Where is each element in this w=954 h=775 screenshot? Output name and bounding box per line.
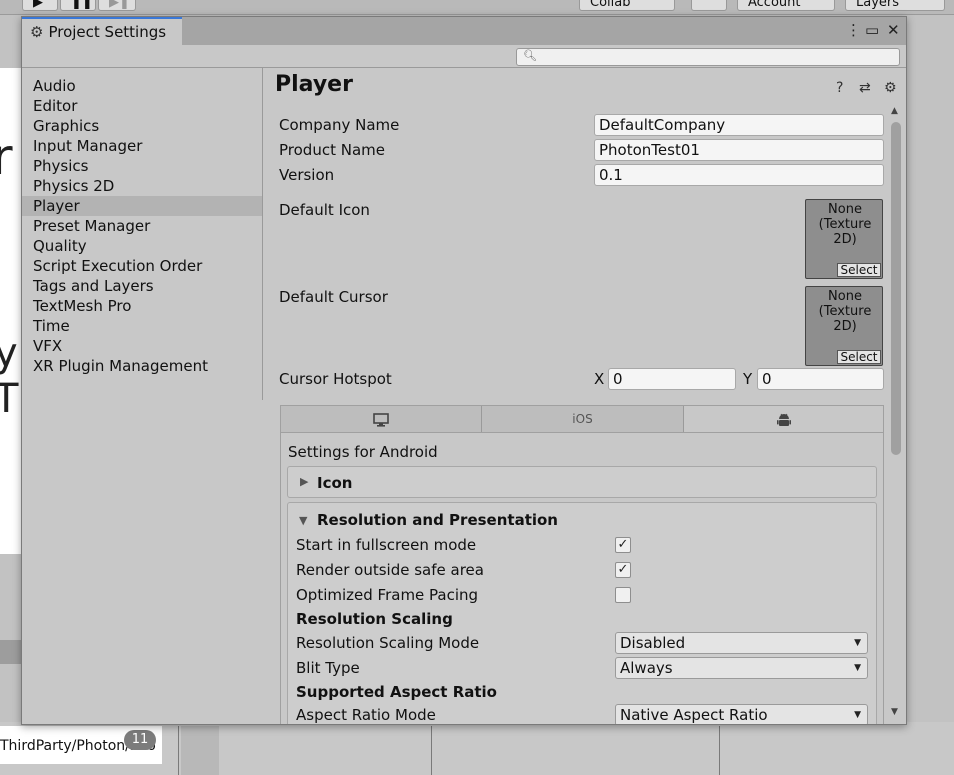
panel-divider [431,726,432,775]
sidebar-item-physics-2d[interactable]: Physics 2D [22,176,262,196]
resolution-scaling-mode-label: Resolution Scaling Mode [296,634,480,652]
hotspot-y-label: Y [743,370,753,388]
caret-down-icon: ▼ [854,638,861,648]
aspect-ratio-mode-label: Aspect Ratio Mode [296,706,436,724]
sidebar-item-time[interactable]: Time [22,316,262,336]
aspect-ratio-mode-dropdown[interactable]: Native Aspect Ratio ▼ [615,704,868,724]
dropdown-value: Always [620,659,673,677]
cloud-button[interactable] [691,0,727,11]
version-field[interactable]: 0.1 [594,164,884,186]
sidebar-item-audio[interactable]: Audio [22,76,262,96]
scrollbar-thumb[interactable] [891,122,901,455]
caret-down-icon: ▼ [854,710,861,720]
cursor-hotspot-label: Cursor Hotspot [279,370,392,388]
settings-for-label: Settings for Android [288,443,438,461]
blit-type-label: Blit Type [296,659,360,677]
product-name-label: Product Name [279,141,385,159]
scroll-down-icon[interactable]: ▼ [891,707,898,717]
collapsed-arrow-icon: ▶ [300,475,309,488]
default-cursor-label: Default Cursor [279,288,388,306]
default-cursor-texture-slot[interactable]: None (Texture 2D) Select [805,286,883,366]
optimized-frame-pacing-checkbox[interactable] [615,587,631,603]
default-icon-label: Default Icon [279,201,370,219]
company-name-field[interactable]: DefaultCompany [594,114,884,136]
panel-divider [719,726,720,775]
caret-down-icon: ▼ [854,663,861,673]
preset-icon[interactable]: ⇄ [859,80,871,96]
layers-dropdown[interactable]: Layers [845,0,945,11]
sidebar-item-physics[interactable]: Physics [22,156,262,176]
help-icon[interactable]: ? [836,80,843,96]
company-name-label: Company Name [279,116,400,134]
sidebar-item-textmesh-pro[interactable]: TextMesh Pro [22,296,262,316]
hotspot-x-field[interactable]: 0 [608,368,736,390]
icon-foldout[interactable]: ▶ Icon [287,466,877,498]
product-name-field[interactable]: PhotonTest01 [594,139,884,161]
settings-gear-icon[interactable]: ⚙ [884,80,897,96]
default-icon-texture-slot[interactable]: None (Texture 2D) Select [805,199,883,279]
texture-none-text: None (Texture 2D) [818,289,872,334]
collab-button[interactable]: Collab [579,0,675,11]
texture-none-text: None (Texture 2D) [818,202,872,247]
step-button[interactable]: ▶❚ [98,0,136,11]
sidebar-item-vfx[interactable]: VFX [22,336,262,356]
sidebar-item-preset-manager[interactable]: Preset Manager [22,216,262,236]
icon-section-title: Icon [317,474,353,492]
start-fullscreen-label: Start in fullscreen mode [296,536,477,554]
scene-text-fragment-2: y T [0,330,19,422]
message-count-badge: 11 [124,730,156,750]
settings-sidebar: Audio Editor Graphics Input Manager Phys… [22,68,262,724]
hotspot-x-label: X [594,370,605,388]
scene-text-fragment: r [0,128,13,186]
resolution-scaling-mode-dropdown[interactable]: Disabled ▼ [615,632,868,654]
resolution-scaling-header: Resolution Scaling [296,610,453,628]
hotspot-y-field[interactable]: 0 [757,368,884,390]
account-dropdown[interactable]: Account [737,0,835,11]
resolution-section-title[interactable]: Resolution and Presentation [317,511,558,529]
sidebar-item-graphics[interactable]: Graphics [22,116,262,136]
sidebar-item-player[interactable]: Player [22,196,262,216]
version-label: Version [279,166,335,184]
pause-button[interactable]: ❚❚ [60,0,96,11]
tab-android[interactable] [684,406,883,432]
panel-column-fill [181,726,219,775]
expanded-arrow-icon[interactable]: ▼ [299,514,307,527]
sidebar-item-editor[interactable]: Editor [22,96,262,116]
panel-divider [178,726,179,775]
select-icon-button[interactable]: Select [837,263,881,277]
optimized-frame-pacing-label: Optimized Frame Pacing [296,586,479,604]
play-button[interactable]: ▶ [22,0,58,11]
monitor-icon [373,412,389,427]
tab-ios[interactable]: iOS [482,406,683,432]
project-settings-tab[interactable]: ⚙ Project Settings [22,17,182,45]
scroll-up-icon[interactable]: ▲ [891,106,898,116]
project-settings-window: ⚙ Project Settings ⋮ ▭ ✕ 🔍︎ Audio Editor… [21,16,907,725]
dropdown-value: Disabled [620,634,686,652]
scene-strip [0,640,22,664]
maximize-icon[interactable]: ▭ [865,21,879,39]
sidebar-item-tags-and-layers[interactable]: Tags and Layers [22,276,262,296]
select-cursor-button[interactable]: Select [837,350,881,364]
sidebar-item-xr-plugin-management[interactable]: XR Plugin Management [22,356,262,376]
render-safe-area-label: Render outside safe area [296,561,484,579]
more-options-icon[interactable]: ⋮ [846,21,861,39]
aspect-ratio-header: Supported Aspect Ratio [296,683,497,701]
window-title: Project Settings [48,23,167,41]
search-input[interactable] [535,49,895,65]
render-safe-area-checkbox[interactable]: ✓ [615,562,631,578]
sidebar-item-quality[interactable]: Quality [22,236,262,256]
close-icon[interactable]: ✕ [887,21,900,39]
start-fullscreen-checkbox[interactable]: ✓ [615,537,631,553]
sidebar-item-script-execution-order[interactable]: Script Execution Order [22,256,262,276]
sidebar-item-input-manager[interactable]: Input Manager [22,136,262,156]
sidebar-divider[interactable] [262,68,263,400]
android-icon [776,413,791,426]
dropdown-value: Native Aspect Ratio [620,706,768,724]
tab-standalone[interactable] [281,406,481,432]
settings-search[interactable]: 🔍︎ [516,48,900,66]
page-title: Player [275,72,353,97]
gear-icon: ⚙ [30,23,44,41]
blit-type-dropdown[interactable]: Always ▼ [615,657,868,679]
